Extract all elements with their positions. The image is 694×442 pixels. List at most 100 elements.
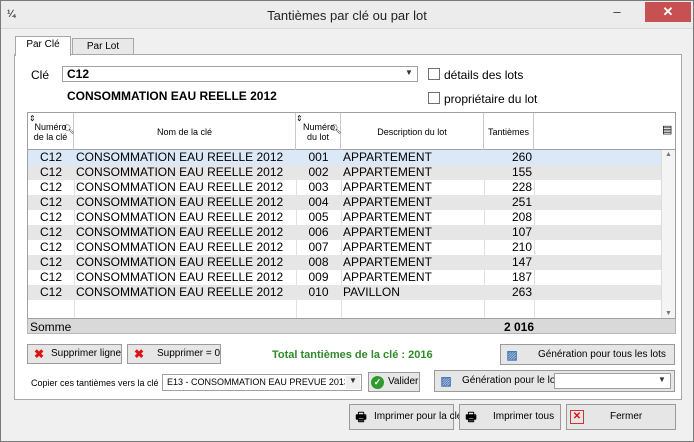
table-cell-nom: CONSOMMATION EAU REELLE 2012 xyxy=(76,165,284,179)
checkmark-icon: ✓ xyxy=(371,375,384,389)
imprimer-tous-button[interactable]: 🖶 Imprimer tous xyxy=(459,404,561,430)
table-cell-lot: 004 xyxy=(308,195,329,209)
delete-icon: ✖ xyxy=(133,347,145,361)
window-title: Tantièmes par clé ou par lot xyxy=(267,8,427,23)
table-cell-tantiemes: 228 xyxy=(511,180,532,194)
table-cell-desc: APPARTEMENT xyxy=(343,270,432,284)
table-cell-desc: APPARTEMENT xyxy=(343,225,432,239)
sum-label: Somme xyxy=(30,320,72,334)
table-cell-nom: CONSOMMATION EAU REELLE 2012 xyxy=(76,240,284,254)
table-row[interactable]: C12 CONSOMMATION EAU REELLE 2012 009 APPART… xyxy=(28,270,661,285)
table-cell-nom: CONSOMMATION EAU REELLE 2012 xyxy=(76,210,284,224)
details-lots-checkbox[interactable] xyxy=(428,68,440,80)
table-cell-cle: C12 xyxy=(39,240,62,254)
table-row[interactable]: C12 CONSOMMATION EAU REELLE 2012 002 APPART… xyxy=(28,165,661,180)
printer-icon: 🖶 xyxy=(355,410,367,424)
printer-icon: 🖶 xyxy=(465,410,477,424)
table-cell-tantiemes: 187 xyxy=(511,270,532,284)
fermer-button[interactable]: ✕ Fermer xyxy=(566,404,676,430)
table-cell-lot: 006 xyxy=(308,225,329,239)
table-cell-tantiemes: 260 xyxy=(511,150,532,164)
table-cell-cle: C12 xyxy=(39,255,62,269)
chevron-down-icon[interactable]: ▼ xyxy=(402,68,416,80)
tab-par-cle[interactable]: Par Clé xyxy=(15,36,71,56)
delete-icon: ✖ xyxy=(33,347,45,361)
vertical-scrollbar[interactable]: ▲ ▼ xyxy=(661,150,675,318)
table-cell-tantiemes: 208 xyxy=(511,210,532,224)
table-cell-nom: CONSOMMATION EAU REELLE 2012 xyxy=(76,270,284,284)
chevron-down-icon[interactable]: ▼ xyxy=(655,375,669,387)
sort-icon[interactable]: ⇕ xyxy=(296,114,303,123)
table-cell-lot: 010 xyxy=(308,285,329,299)
cle-description: CONSOMMATION EAU REELLE 2012 xyxy=(67,89,277,103)
table-row[interactable]: C12 CONSOMMATION EAU REELLE 2012 005 APPART… xyxy=(28,210,661,225)
proprietaire-checkbox[interactable] xyxy=(428,92,440,104)
table-cell-lot: 005 xyxy=(308,210,329,224)
supprimer-ligne-button[interactable]: ✖ Supprimer ligne xyxy=(27,344,122,364)
scroll-up-icon[interactable]: ▲ xyxy=(665,151,672,158)
table-cell-tantiemes: 147 xyxy=(511,255,532,269)
table-cell-desc: APPARTEMENT xyxy=(343,210,432,224)
table-cell-tantiemes: 155 xyxy=(511,165,532,179)
imprimer-cle-button[interactable]: 🖶 Imprimer pour la clé xyxy=(349,404,462,430)
close-icon: ✕ xyxy=(570,410,584,424)
header-nom-cle[interactable]: Nom de la clé xyxy=(74,113,296,150)
table-cell-lot: 003 xyxy=(308,180,329,194)
chevron-down-icon[interactable]: ▼ xyxy=(346,376,360,389)
sort-icon[interactable]: ⇕ xyxy=(29,114,36,123)
total-tantiemes-text: Total tantièmes de la clé : 2016 xyxy=(272,349,433,361)
table-cell-cle: C12 xyxy=(39,180,62,194)
minimize-button[interactable]: – xyxy=(604,5,630,23)
table-cell-cle: C12 xyxy=(39,195,62,209)
cle-combo-value: C12 xyxy=(67,67,90,81)
generation-tous-lots-button[interactable]: ▨ Génération pour tous les lots xyxy=(500,344,675,365)
proprietaire-label: propriétaire du lot xyxy=(444,92,538,106)
table-menu-icon[interactable]: ▤ xyxy=(662,123,672,136)
cle-label: Clé xyxy=(31,68,50,82)
table-cell-cle: C12 xyxy=(39,150,62,164)
table-row[interactable]: C12 CONSOMMATION EAU REELLE 2012 001 APPART… xyxy=(28,150,661,165)
table-cell-desc: APPARTEMENT xyxy=(343,180,432,194)
table-row[interactable]: C12 CONSOMMATION EAU REELLE 2012 006 APPART… xyxy=(28,225,661,240)
table-cell-cle: C12 xyxy=(39,285,62,299)
sum-bar: Somme 2 016 xyxy=(27,319,676,334)
scroll-down-icon[interactable]: ▼ xyxy=(665,310,672,317)
header-tantiemes[interactable]: Tantièmes xyxy=(484,113,534,150)
table-cell-tantiemes: 107 xyxy=(511,225,532,239)
close-window-button[interactable]: ✕ xyxy=(645,2,691,22)
copier-target-combo[interactable]: E13 - CONSOMMATION EAU PREVUE 2013 ▼ xyxy=(162,374,362,391)
table-cell-cle: C12 xyxy=(39,165,62,179)
details-lots-label: détails des lots xyxy=(444,68,524,82)
table-cell-nom: CONSOMMATION EAU REELLE 2012 xyxy=(76,180,284,194)
copier-target-value: E13 - CONSOMMATION EAU PREVUE 2013 xyxy=(167,377,345,387)
title-bar[interactable]: ¼ Tantièmes par clé ou par lot – ✕ xyxy=(1,1,693,29)
table-cell-lot: 009 xyxy=(308,270,329,284)
table-cell-nom: CONSOMMATION EAU REELLE 2012 xyxy=(76,150,284,164)
table-cell-lot: 001 xyxy=(308,150,329,164)
table-cell-nom: CONSOMMATION EAU REELLE 2012 xyxy=(76,255,284,269)
valider-button[interactable]: ✓ Valider xyxy=(368,372,420,392)
image-icon: ▨ xyxy=(506,347,518,362)
table-row[interactable]: C12 CONSOMMATION EAU REELLE 2012 008 APPART… xyxy=(28,255,661,270)
search-icon[interactable]: 🔍︎ xyxy=(330,124,341,135)
table-cell-nom: CONSOMMATION EAU REELLE 2012 xyxy=(76,285,284,299)
table-cell-lot: 007 xyxy=(308,240,329,254)
table-cell-desc: APPARTEMENT xyxy=(343,195,432,209)
table-header: Numéro de la clé ⇕ 🔍︎ Nom de la clé Numé… xyxy=(28,113,675,150)
table-row[interactable]: C12 CONSOMMATION EAU REELLE 2012 007 APPART… xyxy=(28,240,661,255)
cle-combo[interactable]: C12 ▼ xyxy=(62,66,418,82)
table-cell-cle: C12 xyxy=(39,270,62,284)
table-cell-cle: C12 xyxy=(39,210,62,224)
table-row[interactable]: C12 CONSOMMATION EAU REELLE 2012 003 APPART… xyxy=(28,180,661,195)
table-cell-lot: 008 xyxy=(308,255,329,269)
header-description-lot[interactable]: Description du lot xyxy=(341,113,484,150)
sum-value: 2 016 xyxy=(503,320,534,334)
table-cell-desc: PAVILLON xyxy=(343,285,400,299)
search-icon[interactable]: 🔍︎ xyxy=(63,124,74,135)
table-cell-nom: CONSOMMATION EAU REELLE 2012 xyxy=(76,195,284,209)
tantiemes-table: Numéro de la clé ⇕ 🔍︎ Nom de la clé Numé… xyxy=(27,112,676,319)
generation-lot-combo[interactable]: ▼ xyxy=(554,373,671,389)
supprimer-zero-button[interactable]: ✖ Supprimer = 0 xyxy=(127,344,221,364)
table-row[interactable]: C12 CONSOMMATION EAU REELLE 2012 010 PAVILL… xyxy=(28,285,661,300)
table-row[interactable]: C12 CONSOMMATION EAU REELLE 2012 004 APPART… xyxy=(28,195,661,210)
